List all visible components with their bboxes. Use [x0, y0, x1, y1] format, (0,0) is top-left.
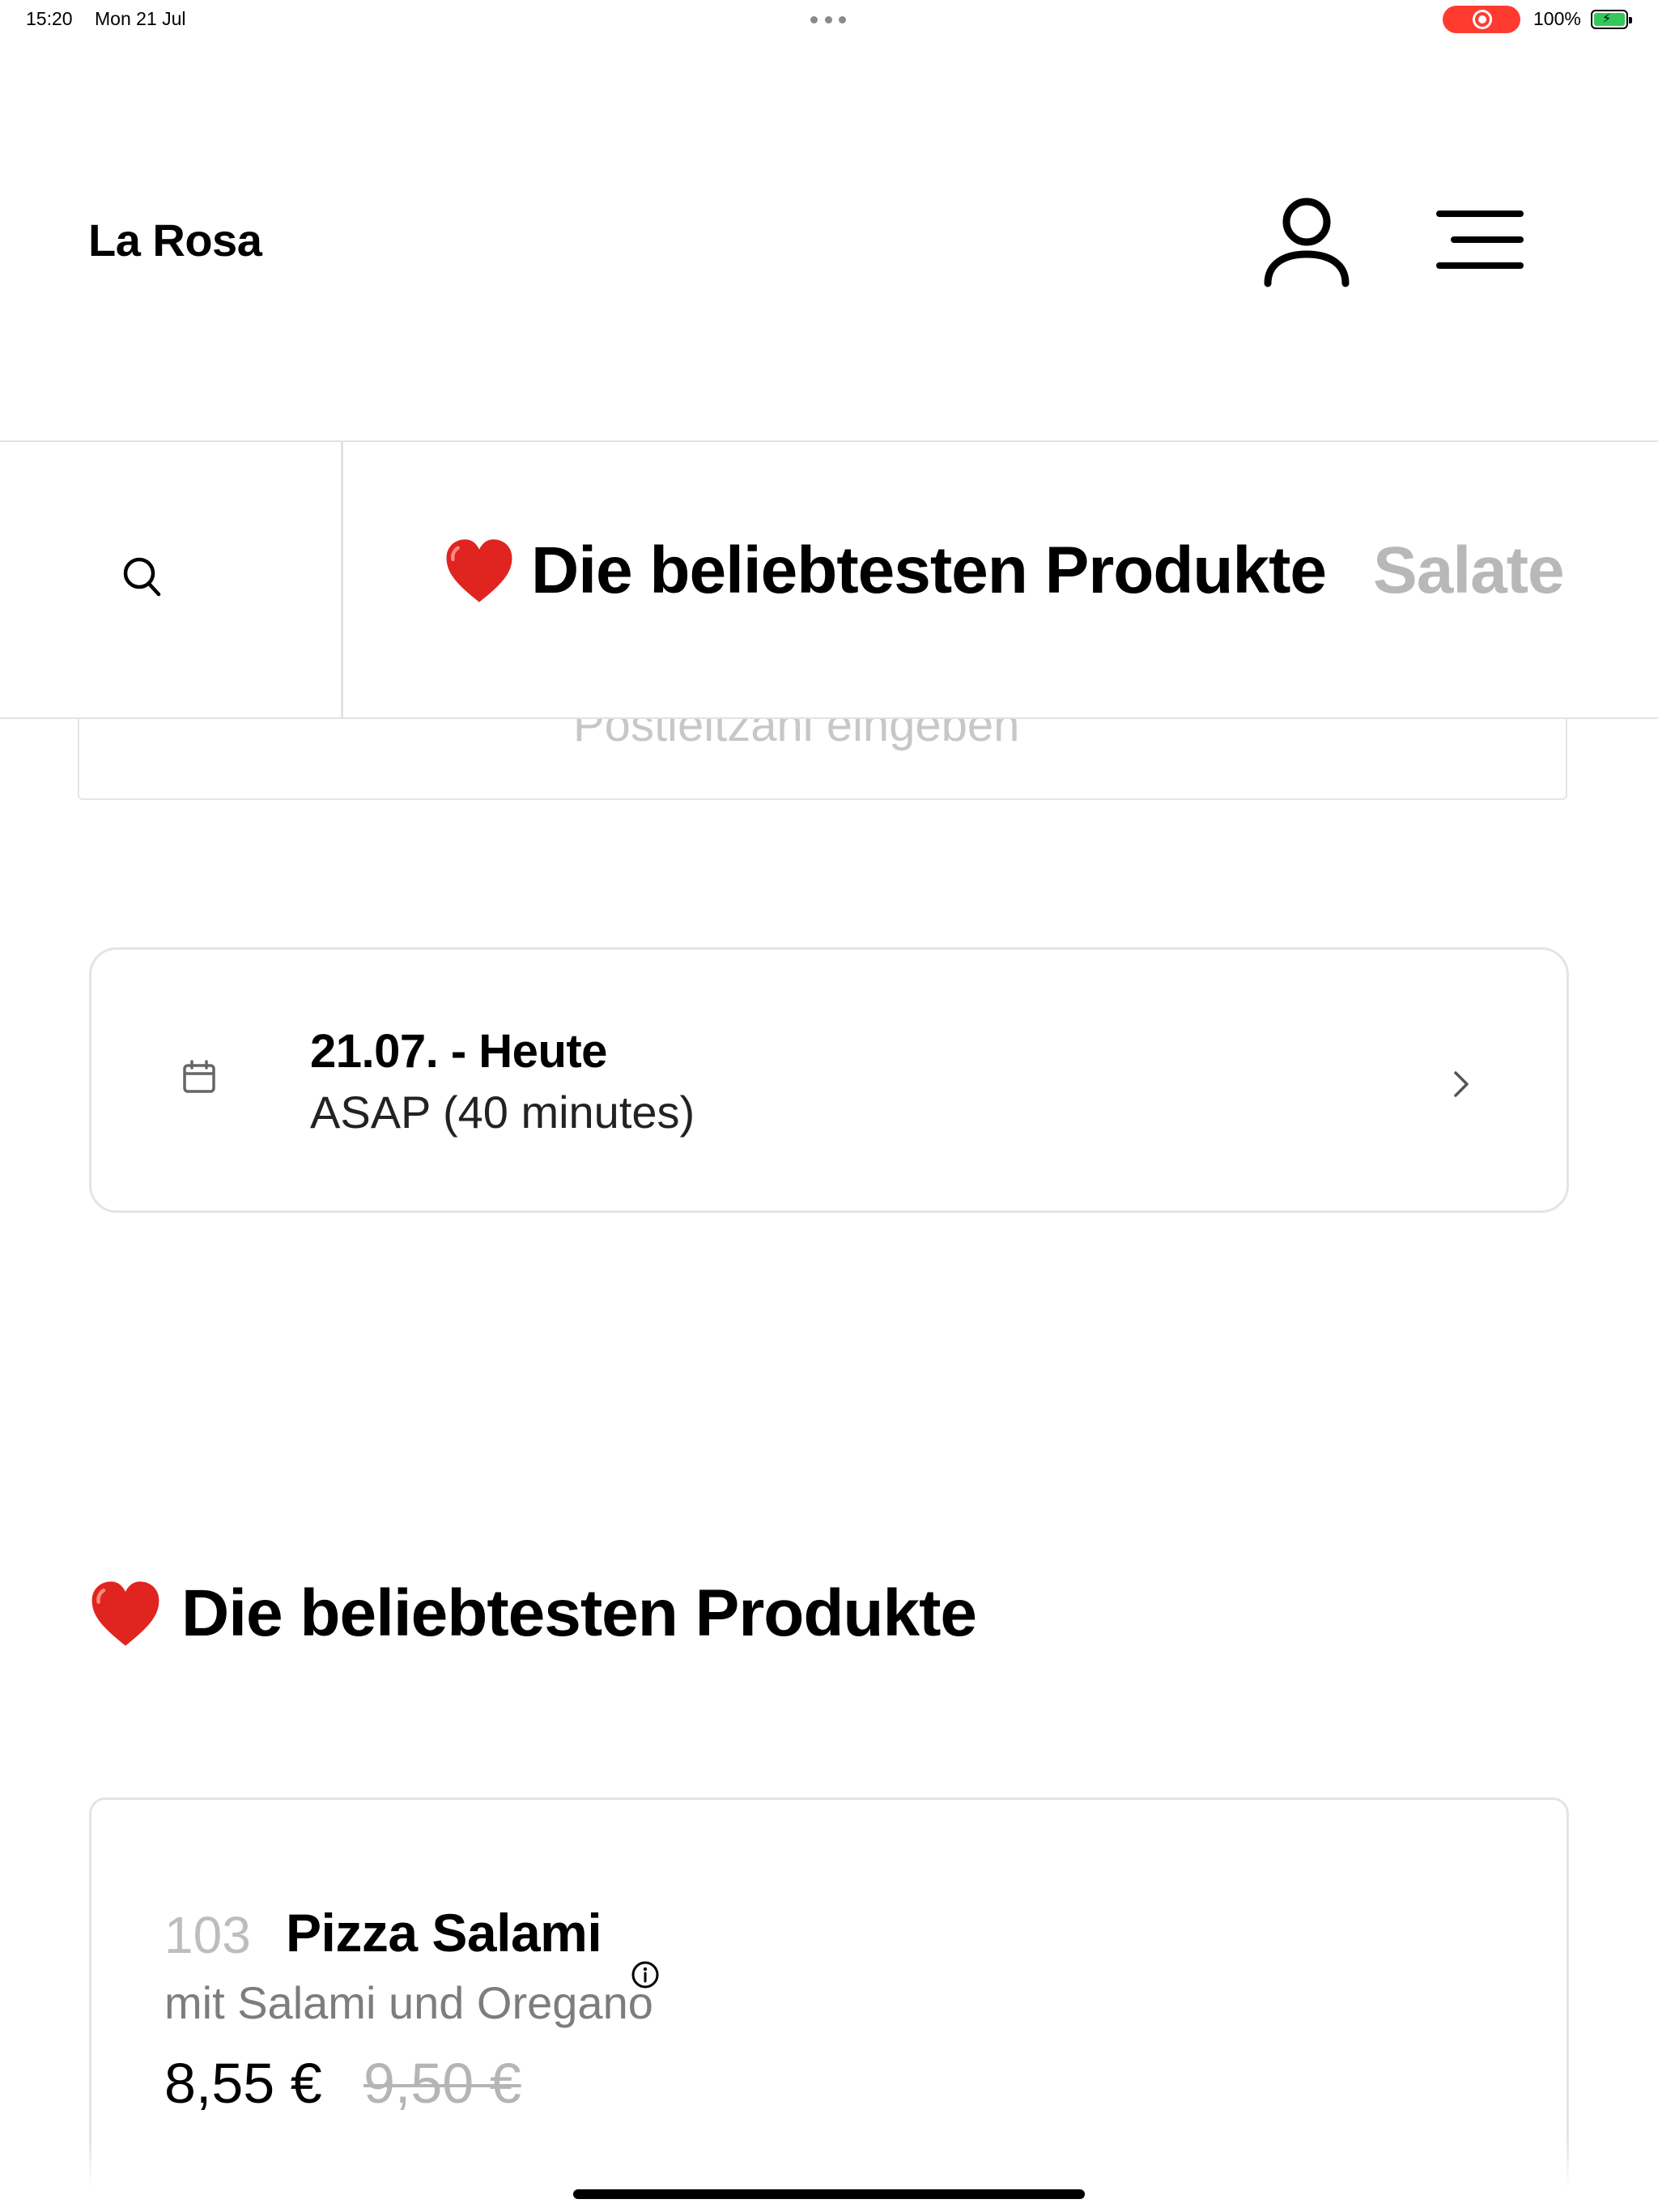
- menu-button[interactable]: [1436, 209, 1525, 270]
- status-bar: 15:20 Mon 21 Jul 100% ⚡: [0, 0, 1658, 39]
- category-tabs: Die beliebtesten Produkte Salate: [444, 533, 1565, 609]
- search-button[interactable]: [121, 555, 164, 601]
- hamburger-menu-icon: [1436, 211, 1524, 269]
- category-bar: Die beliebtesten Produkte Salate: [0, 440, 1658, 719]
- status-time: 15:20: [26, 8, 73, 29]
- chevron-right-icon: [1454, 1071, 1469, 1097]
- battery-percentage: 100%: [1533, 8, 1581, 29]
- tab-popular-products-label: Die beliebtesten Produkte: [531, 534, 1327, 607]
- product-name: Pizza Salami: [286, 1903, 602, 1963]
- tab-popular-products[interactable]: Die beliebtesten Produkte: [444, 533, 1327, 609]
- user-icon: [1264, 198, 1350, 287]
- screen-recording-icon[interactable]: [1443, 6, 1520, 33]
- heart-icon: [446, 539, 512, 602]
- calendar-icon: [183, 1060, 215, 1093]
- battery-icon: ⚡: [1591, 10, 1632, 29]
- heart-icon: [91, 1581, 159, 1646]
- home-indicator[interactable]: [573, 2189, 1085, 2199]
- section-title: Die beliebtesten Produkte: [89, 1576, 977, 1652]
- product-price: 8,55 €: [164, 2052, 322, 2115]
- delivery-time-selector[interactable]: 21.07. - Heute ASAP (40 minutes): [89, 947, 1569, 1213]
- restaurant-name[interactable]: La Rosa: [88, 214, 262, 266]
- product-number: 103: [164, 1906, 251, 1964]
- multitasking-dots-icon[interactable]: [810, 16, 846, 24]
- delivery-time: ASAP (40 minutes): [310, 1087, 695, 1138]
- status-date: Mon 21 Jul: [95, 8, 186, 29]
- product-old-price: 9,50 €: [363, 2052, 521, 2115]
- delivery-date: 21.07. - Heute: [310, 1025, 607, 1078]
- bottom-fade: [0, 2138, 1658, 2212]
- search-icon: [123, 557, 161, 597]
- search-cell: [0, 442, 343, 717]
- product-description: mit Salami und Oregano: [164, 1977, 653, 2028]
- account-button[interactable]: [1261, 193, 1352, 290]
- tab-salads[interactable]: Salate: [1373, 533, 1565, 609]
- section-title-label: Die beliebtesten Produkte: [181, 1576, 977, 1650]
